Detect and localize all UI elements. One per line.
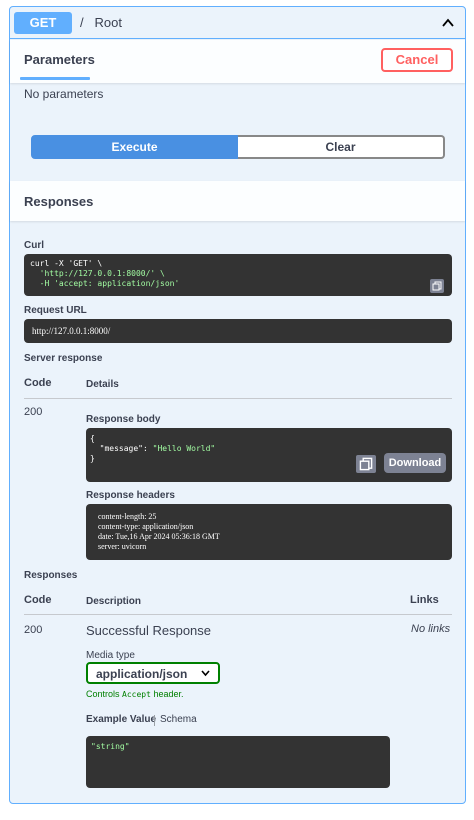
media-type-value: application/json xyxy=(96,667,188,681)
description-column-header: Description xyxy=(86,596,142,607)
path-text: / xyxy=(80,15,84,30)
tab-example-value[interactable]: Example Value xyxy=(86,714,156,725)
operation-path: / Root xyxy=(80,15,122,30)
controls-suffix: header. xyxy=(153,689,184,699)
controls-note: Controls Accept header. xyxy=(86,689,183,699)
media-type-label: Media type xyxy=(86,650,135,661)
example-value-text: "string" xyxy=(91,742,130,751)
parameters-header: Parameters Cancel xyxy=(10,40,465,83)
curl-code: curl -X 'GET' \ 'http://127.0.0.1:8000/'… xyxy=(24,254,452,296)
curl-line-3: -H 'accept: application/json' xyxy=(30,279,180,288)
request-url: http://127.0.0.1:8000/ xyxy=(24,319,452,343)
execute-wrapper: Execute Clear xyxy=(31,135,445,159)
curl-line-2: 'http://127.0.0.1:8000/' \ xyxy=(30,269,165,278)
controls-code: Accept xyxy=(122,690,151,699)
tab-parameters[interactable]: Parameters xyxy=(24,52,95,67)
response-description: Successful Response xyxy=(86,623,212,638)
divider xyxy=(24,614,452,615)
copy-body-icon[interactable] xyxy=(356,455,376,473)
body-line-3: } xyxy=(90,454,95,463)
no-links-text: No links xyxy=(411,623,451,635)
operation-summary-text: Root xyxy=(94,15,122,30)
curl-label: Curl xyxy=(24,240,44,251)
download-button[interactable]: Download xyxy=(384,453,446,473)
request-url-label: Request URL xyxy=(24,305,87,316)
header-line-1: content-length: 25 xyxy=(98,512,157,521)
controls-prefix: Controls xyxy=(86,689,120,699)
server-response-label: Server response xyxy=(24,353,103,364)
execute-button[interactable]: Execute xyxy=(31,135,238,159)
response-headers-label: Response headers xyxy=(86,490,175,501)
chevron-down-icon xyxy=(201,670,210,677)
copy-icon[interactable] xyxy=(430,279,444,293)
header-line-3: date: Tue,16 Apr 2024 05:36:18 GMT xyxy=(98,532,220,541)
body-value: "Hello World" xyxy=(152,444,216,453)
response-body-label: Response body xyxy=(86,414,161,425)
body-line-2: "message": "Hello World" xyxy=(90,444,216,453)
tab-separator xyxy=(154,715,155,726)
header-line-4: server: uvicorn xyxy=(98,542,147,551)
documented-code: 200 xyxy=(24,624,43,636)
chevron-up-icon[interactable] xyxy=(441,16,455,30)
responses-title: Responses xyxy=(24,194,94,209)
cancel-button[interactable]: Cancel xyxy=(381,48,453,72)
details-header: Details xyxy=(86,379,119,390)
operation-block: GET / Root Parameters Cancel No paramete… xyxy=(9,6,466,804)
clear-button[interactable]: Clear xyxy=(238,135,445,159)
body-line-1: { xyxy=(90,434,95,443)
responses-subtitle: Responses xyxy=(24,570,78,581)
links-column-header: Links xyxy=(410,594,439,606)
response-code: 200 xyxy=(24,406,43,418)
code-header: Code xyxy=(24,377,52,389)
responses-header: Responses xyxy=(10,181,465,221)
method-badge: GET xyxy=(14,12,72,34)
code-column-header: Code xyxy=(24,594,52,606)
response-headers: content-length: 25 content-type: applica… xyxy=(86,504,452,560)
tab-underline xyxy=(20,77,90,80)
header-line-2: content-type: application/json xyxy=(98,522,194,531)
tab-schema[interactable]: Schema xyxy=(160,714,197,725)
curl-line-1: curl -X 'GET' \ xyxy=(30,259,103,268)
example-value: "string" xyxy=(86,736,390,788)
operation-summary[interactable]: GET / Root xyxy=(10,7,465,39)
no-parameters-text: No parameters xyxy=(24,87,104,101)
media-type-select[interactable]: application/json xyxy=(86,662,220,684)
divider xyxy=(24,398,452,399)
